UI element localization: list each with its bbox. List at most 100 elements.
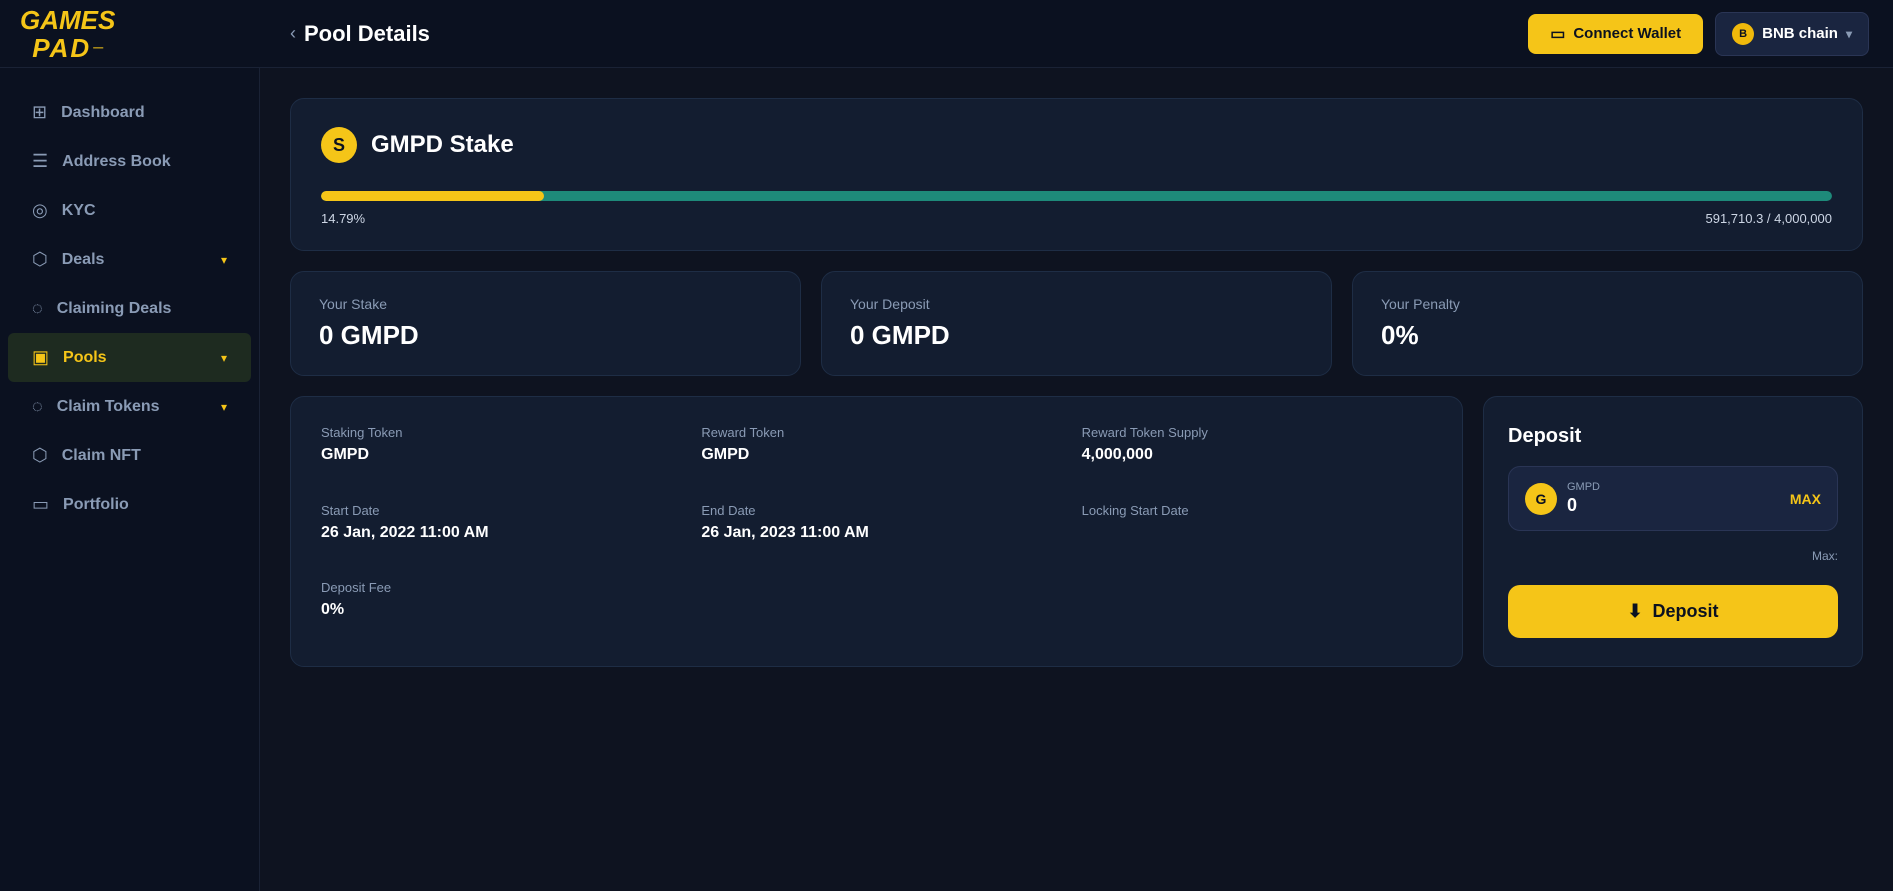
bnb-chain-icon: B (1732, 23, 1754, 45)
chevron-down-icon: ▾ (1846, 27, 1852, 41)
sidebar-item-pools[interactable]: ▣ Pools ▾ (8, 333, 251, 382)
deposit-button-label: Deposit (1653, 601, 1719, 622)
logo-bottom: PAD (32, 35, 91, 61)
main-content: S GMPD Stake 14.79% 591,710.3 / 4,000,00… (260, 68, 1893, 891)
sidebar-item-address-book[interactable]: ☰ Address Book (8, 137, 251, 186)
progress-fill-teal (321, 191, 1832, 201)
stat-value-0: 0 GMPD (319, 320, 772, 351)
logo: GAMES PAD ─ (20, 6, 115, 61)
sidebar-item-portfolio[interactable]: ▭ Portfolio (8, 480, 251, 529)
wallet-icon: ▭ (1550, 24, 1565, 44)
progress-labels: 14.79% 591,710.3 / 4,000,000 (321, 211, 1832, 226)
detail-label-4: End Date (701, 503, 1051, 518)
detail-value-2: 4,000,000 (1082, 446, 1432, 464)
detail-label-0: Staking Token (321, 425, 671, 440)
pool-header-card: S GMPD Stake 14.79% 591,710.3 / 4,000,00… (290, 98, 1863, 251)
stat-value-2: 0% (1381, 320, 1834, 351)
logo-top: GAMES (20, 6, 115, 35)
stat-value-1: 0 GMPD (850, 320, 1303, 351)
kyc-nav-icon: ◎ (32, 200, 48, 221)
dashboard-nav-icon: ⊞ (32, 102, 47, 123)
deposit-card: Deposit G GMPD MAX Max: ⬇ Deposit (1483, 396, 1863, 667)
sidebar-item-dashboard[interactable]: ⊞ Dashboard (8, 88, 251, 137)
stat-label-2: Your Penalty (1381, 296, 1834, 312)
sidebar-item-label-claiming-deals: Claiming Deals (57, 300, 227, 318)
detail-item-1: Reward Token GMPD (701, 425, 1051, 483)
claim-tokens-nav-icon: ◌ (32, 396, 43, 417)
detail-item-4: End Date 26 Jan, 2023 11:00 AM (701, 503, 1051, 561)
deposit-icon: ⬇ (1627, 601, 1642, 622)
detail-label-2: Reward Token Supply (1082, 425, 1432, 440)
detail-value-6: 0% (321, 601, 671, 619)
sidebar-item-deals[interactable]: ⬡ Deals ▾ (8, 235, 251, 284)
gmpd-stake-icon: S (321, 127, 357, 163)
stat-card-2: Your Penalty 0% (1352, 271, 1863, 376)
details-deposit-row: Staking Token GMPD Reward Token GMPD Rew… (290, 396, 1863, 667)
detail-item-2: Reward Token Supply 4,000,000 (1082, 425, 1432, 483)
details-card: Staking Token GMPD Reward Token GMPD Rew… (290, 396, 1463, 667)
sidebar-item-kyc[interactable]: ◎ KYC (8, 186, 251, 235)
detail-item-6: Deposit Fee 0% (321, 580, 671, 638)
sidebar-item-label-kyc: KYC (62, 202, 227, 220)
detail-label-6: Deposit Fee (321, 580, 671, 595)
detail-label-5: Locking Start Date (1082, 503, 1432, 518)
detail-item-5: Locking Start Date (1082, 503, 1432, 561)
stat-card-0: Your Stake 0 GMPD (290, 271, 801, 376)
stat-card-1: Your Deposit 0 GMPD (821, 271, 1332, 376)
connect-wallet-button[interactable]: ▭ Connect Wallet (1528, 14, 1703, 54)
max-button[interactable]: MAX (1790, 491, 1821, 507)
back-button[interactable]: ‹ (290, 23, 296, 44)
stats-row: Your Stake 0 GMPD Your Deposit 0 GMPD Yo… (290, 271, 1863, 376)
deals-nav-icon: ⬡ (32, 249, 48, 270)
detail-item-3: Start Date 26 Jan, 2022 11:00 AM (321, 503, 671, 561)
breadcrumb: ‹ Pool Details (260, 21, 1528, 47)
deposit-input-inner: GMPD (1567, 481, 1780, 516)
deposit-button[interactable]: ⬇ Deposit (1508, 585, 1838, 638)
sidebar-item-label-portfolio: Portfolio (63, 496, 227, 514)
progress-amount: 591,710.3 / 4,000,000 (1705, 211, 1832, 226)
progress-fill-yellow (321, 191, 544, 201)
gmpd-coin-icon: G (1525, 483, 1557, 515)
chevron-down-icon: ▾ (221, 351, 227, 365)
sidebar-item-label-deals: Deals (62, 251, 207, 269)
deposit-amount-input[interactable] (1567, 495, 1780, 516)
pools-nav-icon: ▣ (32, 347, 49, 368)
sidebar-item-claiming-deals[interactable]: ◌ Claiming Deals (8, 284, 251, 333)
stat-label-1: Your Deposit (850, 296, 1303, 312)
progress-bar (321, 191, 1832, 201)
detail-item-0: Staking Token GMPD (321, 425, 671, 483)
stat-label-0: Your Stake (319, 296, 772, 312)
logo-area: GAMES PAD ─ (0, 6, 260, 61)
layout: ⊞ Dashboard ☰ Address Book ◎ KYC ⬡ Deals… (0, 68, 1893, 891)
detail-value-3: 26 Jan, 2022 11:00 AM (321, 524, 671, 542)
sidebar-item-claim-tokens[interactable]: ◌ Claim Tokens ▾ (8, 382, 251, 431)
chevron-down-icon: ▾ (221, 253, 227, 267)
sidebar-item-label-address-book: Address Book (62, 153, 227, 171)
page-title: Pool Details (304, 21, 430, 47)
header-right: ▭ Connect Wallet B BNB chain ▾ (1528, 12, 1869, 56)
detail-value-0: GMPD (321, 446, 671, 464)
pool-title-row: S GMPD Stake (321, 127, 1832, 163)
sidebar: ⊞ Dashboard ☰ Address Book ◎ KYC ⬡ Deals… (0, 68, 260, 891)
connect-wallet-label: Connect Wallet (1573, 25, 1681, 42)
claim-nft-nav-icon: ⬡ (32, 445, 48, 466)
progress-percentage: 14.79% (321, 211, 365, 226)
header: GAMES PAD ─ ‹ Pool Details ▭ Connect Wal… (0, 0, 1893, 68)
network-selector-button[interactable]: B BNB chain ▾ (1715, 12, 1869, 56)
sidebar-item-label-dashboard: Dashboard (61, 104, 227, 122)
sidebar-item-label-claim-nft: Claim NFT (62, 447, 227, 465)
chevron-down-icon: ▾ (221, 400, 227, 414)
deposit-title: Deposit (1508, 425, 1838, 448)
sidebar-item-claim-nft[interactable]: ⬡ Claim NFT (8, 431, 251, 480)
sidebar-item-label-pools: Pools (63, 349, 207, 367)
detail-label-1: Reward Token (701, 425, 1051, 440)
network-label: BNB chain (1762, 25, 1838, 42)
address-book-nav-icon: ☰ (32, 151, 48, 172)
deposit-input-wrap: G GMPD MAX (1508, 466, 1838, 531)
deposit-token-label: GMPD (1567, 481, 1780, 493)
claiming-deals-nav-icon: ◌ (32, 298, 43, 319)
max-info: Max: (1508, 549, 1838, 563)
detail-value-1: GMPD (701, 446, 1051, 464)
pool-name: GMPD Stake (371, 131, 514, 159)
sidebar-item-label-claim-tokens: Claim Tokens (57, 398, 207, 416)
